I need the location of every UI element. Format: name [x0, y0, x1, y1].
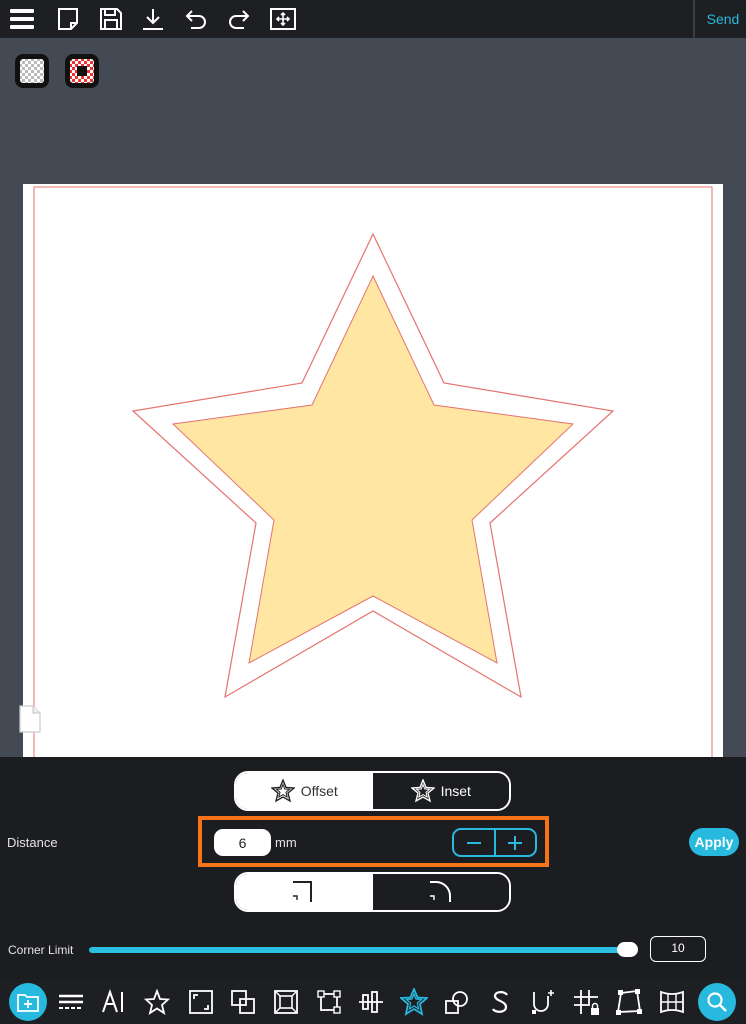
grid-lock-icon[interactable] — [569, 985, 603, 1019]
corner-limit-slider[interactable] — [89, 947, 634, 953]
contour-icon[interactable] — [526, 985, 560, 1019]
minus-icon — [466, 841, 481, 844]
weld-icon[interactable] — [440, 985, 474, 1019]
undo-icon[interactable] — [180, 3, 212, 35]
offset-option[interactable]: Offset — [236, 773, 373, 809]
distance-input[interactable] — [214, 829, 271, 856]
sharp-corner-option[interactable] — [236, 874, 373, 910]
duplicate-icon[interactable] — [226, 985, 260, 1019]
checkerboard-icon — [20, 59, 44, 83]
path-tool-icon[interactable] — [483, 985, 517, 1019]
shapes-star-icon[interactable] — [140, 985, 174, 1019]
star-shape — [171, 274, 575, 664]
fit-view-icon[interactable] — [267, 3, 299, 35]
cutline-thumbnail-icon — [70, 59, 94, 83]
corner-limit-label: Corner Limit — [8, 943, 74, 957]
design-canvas[interactable] — [23, 184, 723, 758]
offset-tool-icon[interactable] — [397, 985, 431, 1019]
decrement-button[interactable] — [454, 830, 494, 855]
apply-button[interactable]: Apply — [689, 828, 739, 856]
inset-option[interactable]: Inset — [372, 773, 509, 809]
align-icon[interactable] — [354, 985, 388, 1019]
plus-icon — [508, 835, 523, 850]
menu-icon[interactable] — [6, 3, 38, 35]
add-image-button[interactable] — [9, 983, 47, 1021]
text-tool-icon[interactable] — [97, 985, 131, 1019]
canvas-artwork — [33, 186, 713, 758]
new-page-icon[interactable] — [52, 3, 84, 35]
page-icon[interactable] — [18, 704, 42, 739]
transform-icon[interactable] — [312, 985, 346, 1019]
round-corner-icon — [429, 881, 451, 902]
top-toolbar: Send — [0, 0, 746, 38]
layer-thumbnail-cutline[interactable] — [65, 54, 99, 88]
inset-label: Inset — [440, 783, 471, 799]
search-icon — [707, 992, 727, 1012]
save-icon[interactable] — [95, 3, 127, 35]
warp-icon[interactable] — [655, 985, 689, 1019]
crop-icon[interactable] — [184, 985, 218, 1019]
bottom-toolbar — [0, 979, 746, 1024]
toolbar-divider — [693, 0, 695, 38]
download-icon[interactable] — [137, 3, 169, 35]
corner-limit-value[interactable]: 10 — [650, 936, 706, 962]
round-corner-option[interactable] — [372, 874, 509, 910]
send-button[interactable]: Send — [700, 0, 746, 38]
folder-add-icon — [17, 994, 39, 1012]
sharp-corner-icon — [293, 881, 313, 902]
distance-stepper — [452, 828, 537, 857]
corner-limit-slider-handle[interactable] — [617, 942, 638, 957]
offset-label: Offset — [300, 783, 338, 799]
redo-icon[interactable] — [223, 3, 255, 35]
corner-style-toggle — [234, 872, 511, 912]
distance-unit: mm — [275, 835, 297, 850]
offset-inset-toggle: Offset Inset — [234, 771, 511, 811]
resize-icon[interactable] — [269, 985, 303, 1019]
search-button[interactable] — [698, 983, 736, 1021]
layers-icon[interactable] — [54, 985, 88, 1019]
layer-thumbnail-transparent[interactable] — [15, 54, 49, 88]
distance-label: Distance — [7, 835, 58, 850]
increment-button[interactable] — [493, 830, 536, 855]
offset-star-icon — [270, 779, 295, 803]
inset-star-icon — [410, 779, 435, 803]
distort-icon[interactable] — [612, 985, 646, 1019]
